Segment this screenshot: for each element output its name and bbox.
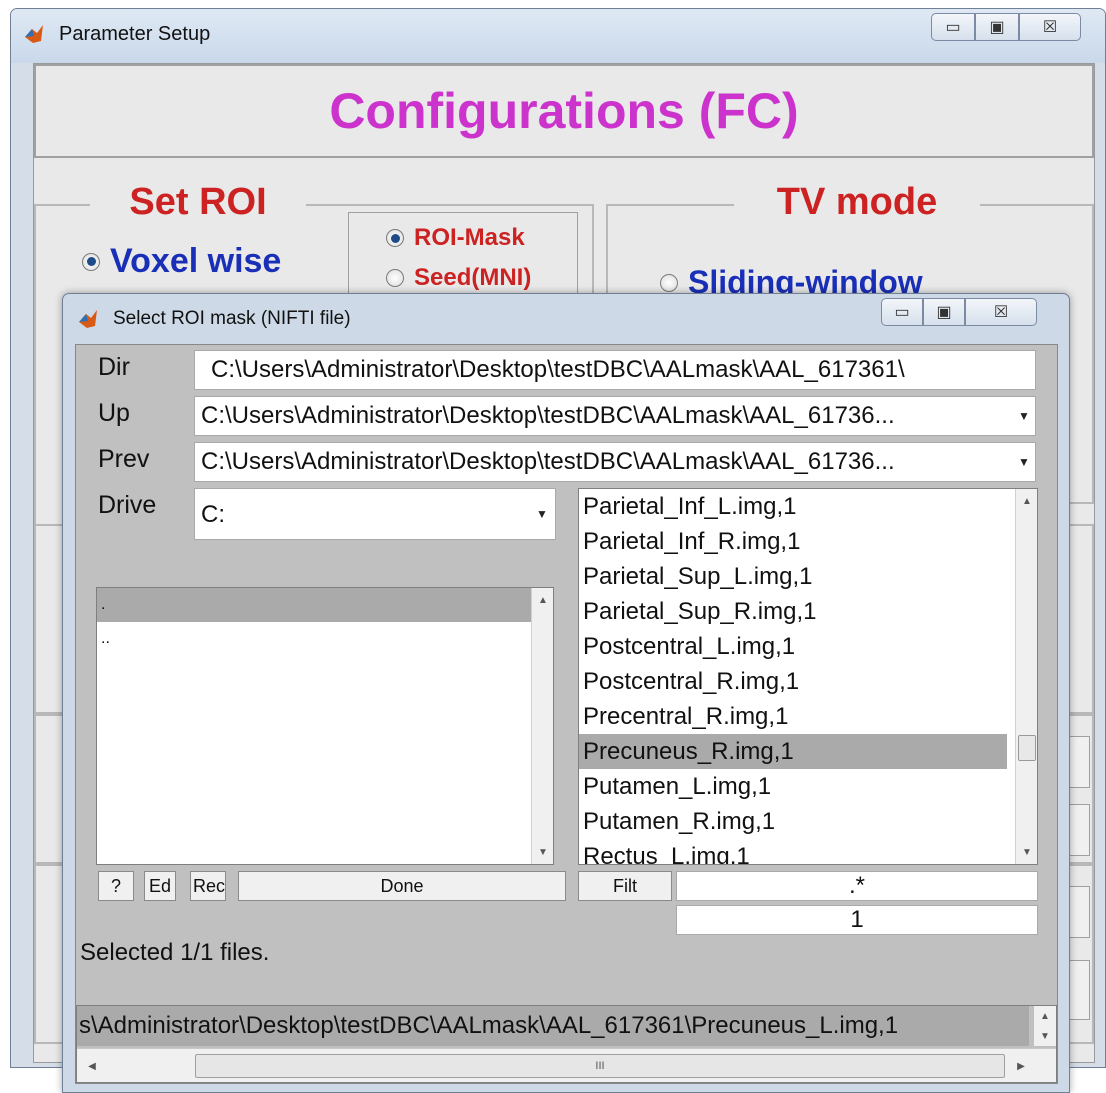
up-dropdown[interactable]: C:\Users\Administrator\Desktop\testDBC\A… (194, 396, 1036, 436)
scroll-right-icon[interactable]: ▶ (1010, 1056, 1032, 1076)
file-item[interactable]: Postcentral_R.img,1 (579, 664, 1007, 699)
status-text: Selected 1/1 files. (80, 939, 270, 966)
up-dropdown-value: C:\Users\Administrator\Desktop\testDBC\A… (201, 402, 895, 429)
minimize-icon[interactable]: ▭ (931, 13, 975, 41)
frames-field[interactable]: 1 (676, 905, 1038, 935)
radio-selected-icon (82, 252, 100, 271)
up-label: Up (98, 399, 130, 427)
file-item[interactable]: Parietal_Sup_R.img,1 (579, 594, 1007, 629)
scroll-grip: III (595, 1060, 605, 1072)
radio-selected-icon (386, 229, 404, 247)
chevron-down-icon[interactable]: ▼ (529, 489, 555, 539)
roi-mask-radio[interactable]: ROI-Mask (386, 224, 525, 252)
matlab-icon (77, 308, 99, 330)
file-item[interactable]: Precentral_R.img,1 (579, 699, 1007, 734)
scroll-down-icon[interactable]: ▼ (1016, 842, 1037, 862)
scroll-left-icon[interactable]: ◀ (81, 1056, 103, 1076)
file-listbox[interactable]: Parietal_Inf_L.img,1 Parietal_Inf_R.img,1… (578, 488, 1038, 865)
chevron-down-icon[interactable]: ▼ (1013, 443, 1035, 481)
scroll-up-icon[interactable]: ▲ (1016, 491, 1037, 511)
directory-scrollbar[interactable]: ▲ ▼ (531, 588, 553, 864)
directory-list: ... (97, 588, 553, 656)
roi-mask-label: ROI-Mask (414, 224, 525, 251)
select-roi-mask-window: Select ROI mask (NIFTI file) ▭ ▣ ☒ Dir C… (62, 293, 1070, 1093)
done-button[interactable]: Done (238, 871, 566, 901)
minimize-icon[interactable]: ▭ (881, 298, 923, 326)
filter-field[interactable]: .* (676, 871, 1038, 901)
file-item[interactable]: Parietal_Sup_L.img,1 (579, 559, 1007, 594)
selected-vscroll[interactable]: ▲ ▼ (1034, 1006, 1056, 1046)
drive-dropdown-value: C: (201, 501, 225, 528)
directory-item[interactable]: .. (97, 622, 531, 656)
directory-listbox[interactable]: ... ▲ ▼ (96, 587, 554, 865)
tv-mode-label: TV mode (734, 174, 980, 230)
file-item[interactable]: Parietal_Inf_L.img,1 (579, 489, 1007, 524)
configurations-panel: Configurations (FC) (34, 64, 1094, 158)
file-selector-body: Dir C:\Users\Administrator\Desktop\testD… (75, 344, 1058, 1084)
file-item[interactable]: Postcentral_L.img,1 (579, 629, 1007, 664)
file-item[interactable]: Precuneus_R.img,1 (579, 734, 1007, 769)
set-roi-label: Set ROI (90, 174, 306, 230)
seed-mni-label: Seed(MNI) (414, 264, 532, 291)
voxel-wise-label: Voxel wise (110, 242, 282, 280)
prev-dropdown[interactable]: C:\Users\Administrator\Desktop\testDBC\A… (194, 442, 1036, 482)
configurations-title: Configurations (FC) (329, 83, 799, 139)
dir-label: Dir (98, 353, 130, 381)
dir-field[interactable]: C:\Users\Administrator\Desktop\testDBC\A… (194, 350, 1036, 390)
scroll-up-icon[interactable]: ▲ (1034, 1006, 1056, 1026)
file-list: Parietal_Inf_L.img,1 Parietal_Inf_R.img,1… (579, 489, 1037, 864)
outer-window-title: Parameter Setup (59, 23, 211, 45)
scroll-thumb[interactable] (1018, 735, 1036, 761)
maximize-icon[interactable]: ▣ (975, 13, 1019, 41)
drive-label: Drive (98, 491, 157, 519)
file-scrollbar[interactable]: ▲ ▼ (1015, 489, 1037, 864)
seed-mni-radio[interactable]: Seed(MNI) (386, 264, 531, 292)
ed-button[interactable]: Ed (144, 871, 176, 901)
horizontal-scrollbar[interactable]: ◀ III ▶ (77, 1048, 1056, 1082)
rec-button[interactable]: Rec (190, 871, 226, 901)
matlab-icon (23, 23, 45, 45)
close-icon[interactable]: ☒ (1019, 13, 1081, 41)
radio-unselected-icon (386, 269, 404, 287)
scroll-down-icon[interactable]: ▼ (532, 842, 553, 862)
selected-files-box[interactable]: s\Administrator\Desktop\testDBC\AALmask\… (76, 1005, 1057, 1083)
file-item[interactable]: Putamen_R.img,1 (579, 804, 1007, 839)
inner-window-title: Select ROI mask (NIFTI file) (113, 308, 351, 329)
chevron-down-icon[interactable]: ▼ (1013, 397, 1035, 435)
help-button[interactable]: ? (98, 871, 134, 901)
scroll-thumb[interactable]: III (195, 1054, 1005, 1078)
file-item[interactable]: Putamen_L.img,1 (579, 769, 1007, 804)
close-icon[interactable]: ☒ (965, 298, 1037, 326)
scroll-up-icon[interactable]: ▲ (532, 590, 553, 610)
filt-button[interactable]: Filt (578, 871, 672, 901)
scroll-down-icon[interactable]: ▼ (1034, 1026, 1056, 1046)
selected-file-item[interactable]: s\Administrator\Desktop\testDBC\AALmask\… (77, 1006, 1029, 1046)
prev-label: Prev (98, 445, 150, 473)
prev-dropdown-value: C:\Users\Administrator\Desktop\testDBC\A… (201, 448, 895, 475)
radio-unselected-icon (660, 273, 678, 292)
file-item[interactable]: Parietal_Inf_R.img,1 (579, 524, 1007, 559)
directory-item[interactable]: . (97, 588, 531, 622)
voxel-wise-radio[interactable]: Voxel wise (82, 242, 281, 281)
drive-dropdown[interactable]: C: ▼ (194, 488, 556, 540)
maximize-icon[interactable]: ▣ (923, 298, 965, 326)
file-item[interactable]: Rectus_L.img,1 (579, 839, 1007, 864)
outer-titlebar[interactable]: Parameter Setup ▭ ▣ ☒ (11, 9, 1105, 63)
